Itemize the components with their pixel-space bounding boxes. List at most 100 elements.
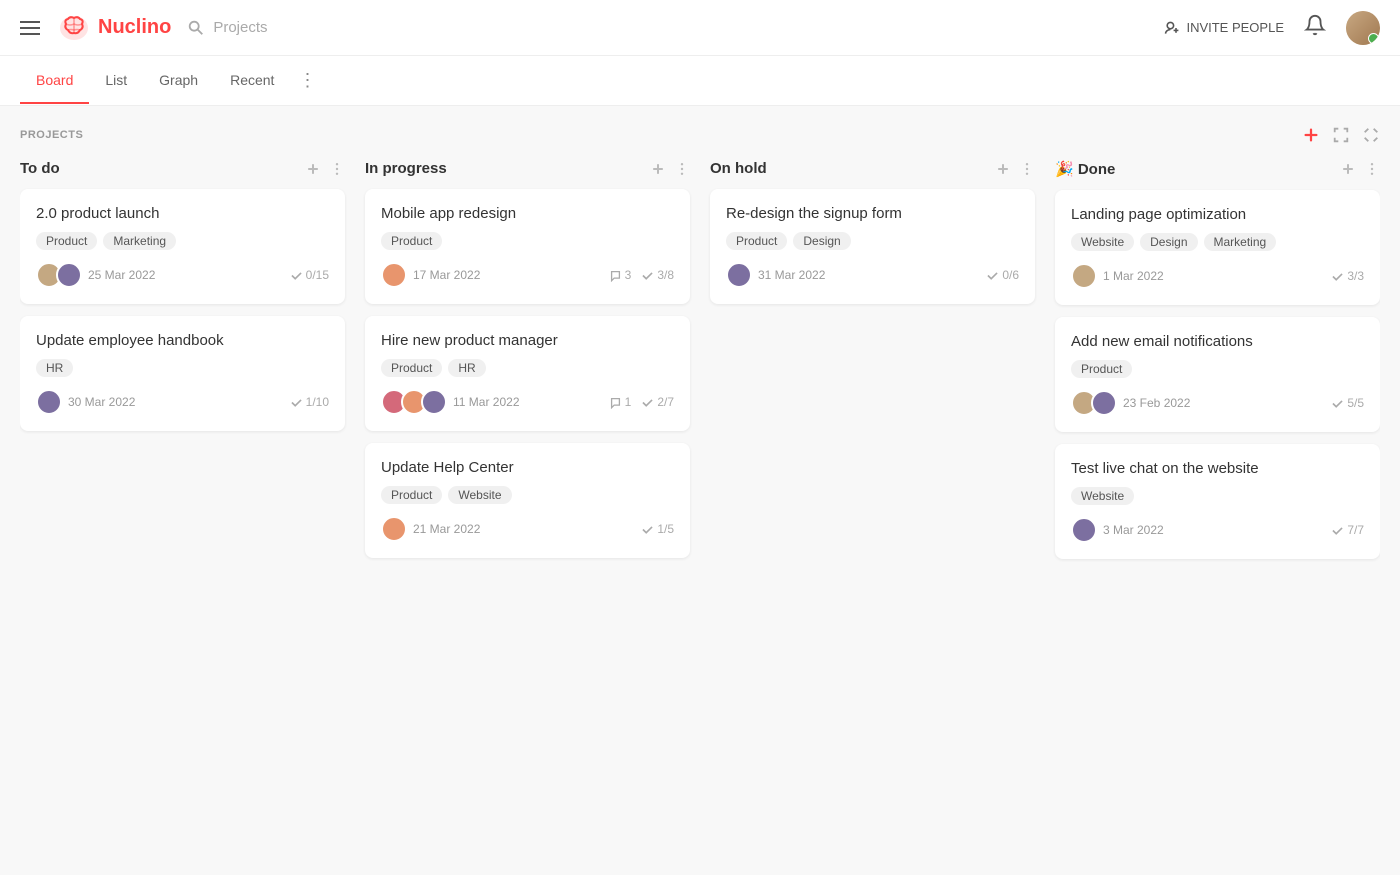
card-tags: ProductWebsite xyxy=(381,486,674,504)
card[interactable]: Update Help CenterProductWebsite21 Mar 2… xyxy=(365,443,690,558)
card-tags: Product xyxy=(1071,360,1364,378)
comment-count: 1 xyxy=(609,395,632,409)
column-actions xyxy=(305,161,345,177)
header-right: INVITE PEOPLE xyxy=(1164,11,1380,45)
avatar-group xyxy=(1071,263,1097,289)
card-footer: 31 Mar 2022 0/6 xyxy=(726,262,1019,288)
card-footer-left: 23 Feb 2022 xyxy=(1071,390,1190,416)
card-title: Hire new product manager xyxy=(381,332,674,349)
tab-list[interactable]: List xyxy=(89,58,143,104)
expand-icon[interactable] xyxy=(1332,126,1350,144)
card-date: 1 Mar 2022 xyxy=(1103,269,1164,283)
column-add-button[interactable] xyxy=(650,161,666,177)
avatar-group xyxy=(1071,517,1097,543)
column-more-button[interactable] xyxy=(329,161,345,177)
card-title: Landing page optimization xyxy=(1071,206,1364,223)
column-more-button[interactable] xyxy=(1364,161,1380,177)
column-header: 🎉 Done xyxy=(1055,160,1380,178)
card-title: 2.0 product launch xyxy=(36,205,329,222)
card-date: 23 Feb 2022 xyxy=(1123,396,1190,410)
tab-bar: Board List Graph Recent ⋮ xyxy=(0,56,1400,106)
projects-label: PROJECTS xyxy=(20,129,83,141)
invite-people-button[interactable]: INVITE PEOPLE xyxy=(1164,20,1284,36)
tab-board[interactable]: Board xyxy=(20,58,89,104)
card[interactable]: Update employee handbookHR30 Mar 2022 1/… xyxy=(20,316,345,431)
card[interactable]: Add new email notifications Product 23 Feb… xyxy=(1055,317,1380,432)
card[interactable]: 2.0 product launchProductMarketing25 Mar… xyxy=(20,189,345,304)
card[interactable]: Test live chat on the websiteWebsite3 Ma… xyxy=(1055,444,1380,559)
card-tags: Product HR xyxy=(381,359,674,377)
card-footer-right: 3 3/8 xyxy=(609,268,674,282)
card-tags: ProductDesign xyxy=(726,232,1019,250)
tag: Product xyxy=(1071,360,1132,378)
card-title: Test live chat on the website xyxy=(1071,460,1364,477)
column-header: To do xyxy=(20,160,345,177)
menu-icon[interactable] xyxy=(20,21,40,35)
avatar xyxy=(1071,517,1097,543)
column-actions xyxy=(650,161,690,177)
tab-recent[interactable]: Recent xyxy=(214,58,290,104)
avatar-group xyxy=(381,262,407,288)
card-footer-left: 1 Mar 2022 xyxy=(1071,263,1164,289)
card-footer-right: 3/3 xyxy=(1331,269,1364,283)
column-inprogress: In progressMobile app redesignProduct17 … xyxy=(365,160,690,570)
avatar xyxy=(36,389,62,415)
card-tags: ProductMarketing xyxy=(36,232,329,250)
card-footer: 17 Mar 2022 3 3/8 xyxy=(381,262,674,288)
card-footer: 30 Mar 2022 1/10 xyxy=(36,389,329,415)
tag: Design xyxy=(793,232,850,250)
column-add-button[interactable] xyxy=(1340,161,1356,177)
column-add-button[interactable] xyxy=(995,161,1011,177)
check-count: 2/7 xyxy=(641,395,674,409)
card-footer-right: 0/6 xyxy=(986,268,1019,282)
collapse-icon[interactable] xyxy=(1362,126,1380,144)
tab-graph[interactable]: Graph xyxy=(143,58,214,104)
column-more-button[interactable] xyxy=(1019,161,1035,177)
card[interactable]: Landing page optimizationWebsiteDesignMa… xyxy=(1055,190,1380,305)
card-footer-right: 0/15 xyxy=(290,268,329,282)
tag: Product xyxy=(381,359,442,377)
tag: HR xyxy=(448,359,485,377)
card[interactable]: Hire new product manager Product HR 11 Mar … xyxy=(365,316,690,431)
avatar xyxy=(1071,263,1097,289)
tag: Marketing xyxy=(103,232,176,250)
column-todo: To do2.0 product launchProductMarketing2… xyxy=(20,160,345,443)
check-count: 3/8 xyxy=(641,268,674,282)
tab-more-icon[interactable]: ⋮ xyxy=(290,56,324,105)
logo[interactable]: Nuclino xyxy=(56,10,171,46)
add-person-icon xyxy=(1164,20,1180,36)
header: Nuclino Projects INVITE PEOPLE xyxy=(0,0,1400,56)
invite-label: INVITE PEOPLE xyxy=(1186,20,1284,35)
card-footer-left: 3 Mar 2022 xyxy=(1071,517,1164,543)
check-count: 3/3 xyxy=(1331,269,1364,283)
card-footer-right: 1/10 xyxy=(290,395,329,409)
tag: Design xyxy=(1140,233,1197,251)
card-footer-right: 1/5 xyxy=(641,522,674,536)
card-date: 30 Mar 2022 xyxy=(68,395,135,409)
column-actions xyxy=(1340,161,1380,177)
card-title: Mobile app redesign xyxy=(381,205,674,222)
card-tags: HR xyxy=(36,359,329,377)
header-left: Nuclino Projects xyxy=(20,10,268,46)
logo-text: Nuclino xyxy=(98,16,171,39)
column-add-button[interactable] xyxy=(305,161,321,177)
add-project-button[interactable] xyxy=(1302,126,1320,144)
notification-icon[interactable] xyxy=(1304,14,1326,41)
column-title: To do xyxy=(20,160,60,177)
card-footer: 1 Mar 2022 3/3 xyxy=(1071,263,1364,289)
search-bar[interactable]: Projects xyxy=(187,19,267,37)
check-count: 1/5 xyxy=(641,522,674,536)
column-more-button[interactable] xyxy=(674,161,690,177)
card-title: Add new email notifications xyxy=(1071,333,1364,350)
card-footer-left: 11 Mar 2022 xyxy=(381,389,520,415)
avatar xyxy=(381,516,407,542)
avatar-group xyxy=(381,516,407,542)
user-avatar[interactable] xyxy=(1346,11,1380,45)
board: To do2.0 product launchProductMarketing2… xyxy=(20,160,1380,571)
card-footer: 21 Mar 2022 1/5 xyxy=(381,516,674,542)
column-done: 🎉 Done Landing page optimizationWebsiteDe… xyxy=(1055,160,1380,571)
check-count: 0/6 xyxy=(986,268,1019,282)
card[interactable]: Re-design the signup formProductDesign31… xyxy=(710,189,1035,304)
card[interactable]: Mobile app redesignProduct17 Mar 2022 3 … xyxy=(365,189,690,304)
search-icon xyxy=(187,19,205,37)
